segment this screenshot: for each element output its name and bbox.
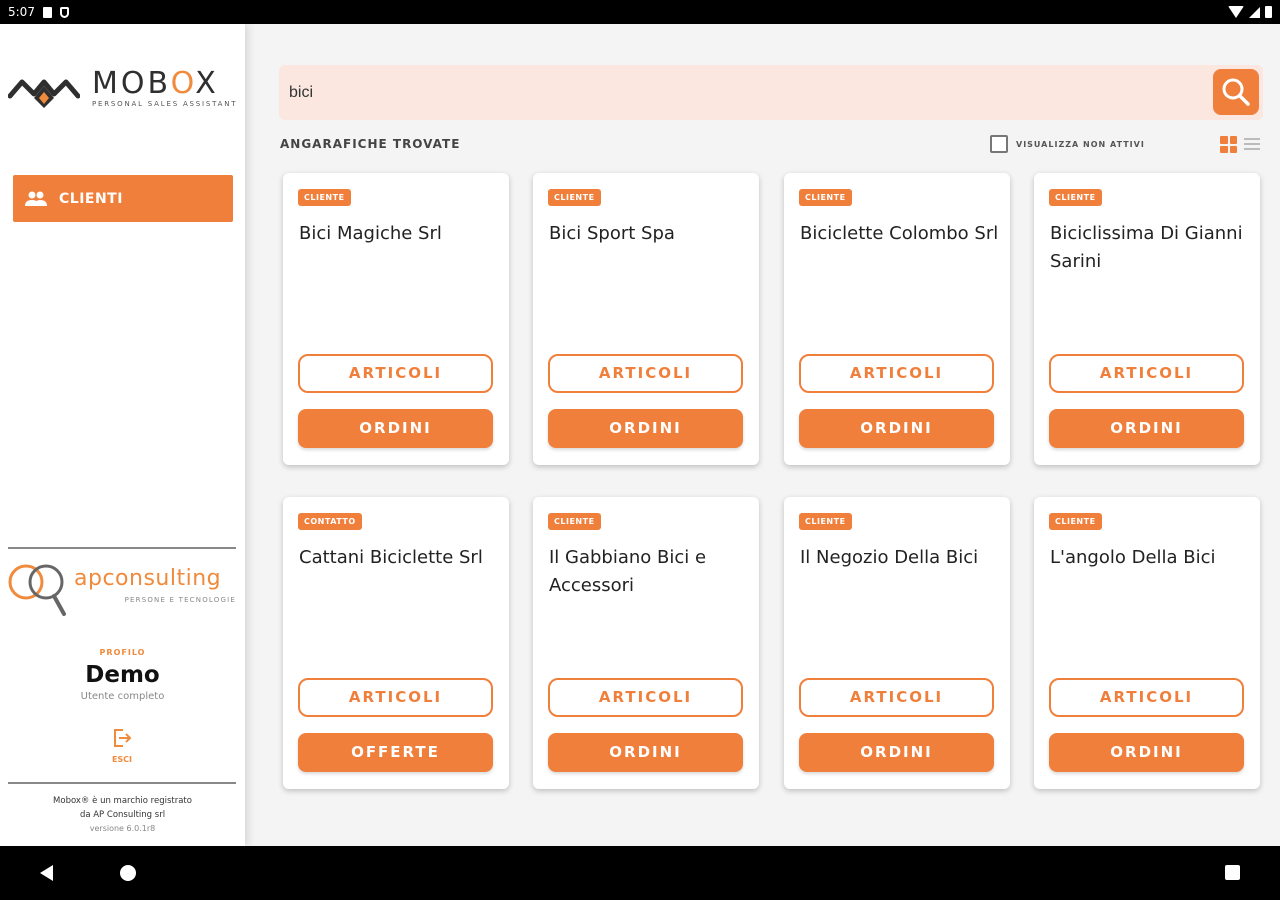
recents-icon[interactable] — [1225, 865, 1240, 880]
mobox-wordmark: MOBOX — [92, 66, 219, 101]
ordini-button[interactable]: ORDINI — [799, 409, 994, 448]
show-inactive-checkbox[interactable] — [990, 135, 1008, 153]
type-badge: CONTATTO — [298, 513, 362, 530]
offerte-button[interactable]: OFFERTE — [298, 733, 493, 772]
type-badge: CLIENTE — [548, 513, 601, 530]
ordini-button[interactable]: ORDINI — [548, 733, 743, 772]
logout-icon — [114, 729, 132, 747]
type-badge: CLIENTE — [799, 513, 852, 530]
status-bar: 5:07 — [0, 0, 1280, 24]
results-title: ANGARAFICHE TROVATE — [280, 137, 461, 151]
search-button[interactable] — [1213, 69, 1259, 115]
logo-tagline: PERSONAL SALES ASSISTANT — [92, 100, 238, 108]
articoli-button[interactable]: ARTICOLI — [548, 678, 743, 717]
sidebar-item-clienti[interactable]: CLIENTI — [13, 175, 233, 222]
articoli-button[interactable]: ARTICOLI — [548, 354, 743, 393]
apconsulting-logo: apconsulting PERSONE E TECNOLOGIE — [8, 558, 238, 618]
type-badge: CLIENTE — [1049, 189, 1102, 206]
search-bar — [279, 65, 1263, 120]
mobox-logo-mark — [8, 79, 80, 108]
battery-icon — [1265, 6, 1272, 18]
client-card: CLIENTE Bici Sport Spa ARTICOLI ORDINI — [533, 173, 759, 465]
list-view-icon[interactable] — [1244, 138, 1260, 151]
client-card: CLIENTE Il Gabbiano Bici e Accessori ART… — [533, 497, 759, 789]
sidebar: MOBOX PERSONAL SALES ASSISTANT CLIENTI a… — [0, 24, 245, 846]
type-badge: CLIENTE — [799, 189, 852, 206]
articoli-button[interactable]: ARTICOLI — [298, 354, 493, 393]
system-nav-bar — [0, 846, 1280, 900]
ordini-button[interactable]: ORDINI — [1049, 733, 1244, 772]
client-card: CLIENTE L'angolo Della Bici ARTICOLI ORD… — [1034, 497, 1260, 789]
home-icon[interactable] — [120, 865, 136, 881]
type-badge: CLIENTE — [548, 189, 601, 206]
wifi-icon — [1228, 6, 1244, 18]
client-name: Bici Sport Spa — [549, 223, 675, 244]
client-name: Il Gabbiano Bici e Accessori — [549, 547, 707, 596]
articoli-button[interactable]: ARTICOLI — [799, 678, 994, 717]
shield-icon — [59, 6, 69, 18]
logout-button[interactable]: ESCI — [106, 727, 138, 767]
client-card: CLIENTE Bici Magiche Srl ARTICOLI ORDINI — [283, 173, 509, 465]
profile-role: Utente completo — [80, 691, 165, 702]
client-card: CLIENTE Biciclissima Di Gianni Sarini AR… — [1034, 173, 1260, 465]
divider — [8, 782, 236, 784]
client-name: L'angolo Della Bici — [1050, 547, 1216, 568]
articoli-button[interactable]: ARTICOLI — [298, 678, 493, 717]
divider — [8, 547, 236, 549]
search-input[interactable] — [289, 65, 1209, 120]
articoli-button[interactable]: ARTICOLI — [1049, 678, 1244, 717]
trademark-note: Mobox® è un marchio registrato da AP Con… — [53, 796, 192, 820]
people-icon — [25, 191, 47, 207]
search-icon — [1222, 78, 1250, 106]
sd-card-icon — [42, 6, 52, 18]
app-version: versione 6.0.1r8 — [89, 824, 156, 833]
ordini-button[interactable]: ORDINI — [799, 733, 994, 772]
articoli-button[interactable]: ARTICOLI — [1049, 354, 1244, 393]
grid-view-icon[interactable] — [1220, 136, 1237, 153]
sidebar-item-label: CLIENTI — [59, 190, 123, 207]
back-icon[interactable] — [40, 865, 53, 881]
profile-name: Demo — [85, 662, 160, 688]
articoli-button[interactable]: ARTICOLI — [799, 354, 994, 393]
client-name: Bici Magiche Srl — [299, 223, 442, 244]
profile-label: PROFILO — [99, 648, 146, 657]
client-name: Biciclissima Di Gianni Sarini — [1050, 223, 1243, 272]
ordini-button[interactable]: ORDINI — [1049, 409, 1244, 448]
client-card: CLIENTE Il Negozio Della Bici ARTICOLI O… — [784, 497, 1010, 789]
apconsulting-tagline: PERSONE E TECNOLOGIE — [124, 596, 236, 604]
type-badge: CLIENTE — [1049, 513, 1102, 530]
contact-card: CONTATTO Cattani Biciclette Srl ARTICOLI… — [283, 497, 509, 789]
signal-icon — [1249, 6, 1260, 18]
logout-label: ESCI — [111, 755, 133, 764]
ordini-button[interactable]: ORDINI — [548, 409, 743, 448]
ordini-button[interactable]: ORDINI — [298, 409, 493, 448]
status-time: 5:07 — [8, 5, 35, 19]
apconsulting-wordmark: apconsulting — [74, 566, 222, 591]
client-name: Cattani Biciclette Srl — [299, 547, 483, 568]
type-badge: CLIENTE — [298, 189, 351, 206]
show-inactive-toggle[interactable]: VISUALIZZA NON ATTIVI — [990, 135, 1145, 153]
client-name: Il Negozio Della Bici — [800, 547, 979, 568]
apconsulting-logo-mark — [8, 564, 66, 616]
mobox-logo: MOBOX PERSONAL SALES ASSISTANT — [8, 66, 240, 116]
client-name: Biciclette Colombo Srl — [800, 223, 999, 244]
show-inactive-label: VISUALIZZA NON ATTIVI — [1016, 139, 1145, 149]
client-card: CLIENTE Biciclette Colombo Srl ARTICOLI … — [784, 173, 1010, 465]
